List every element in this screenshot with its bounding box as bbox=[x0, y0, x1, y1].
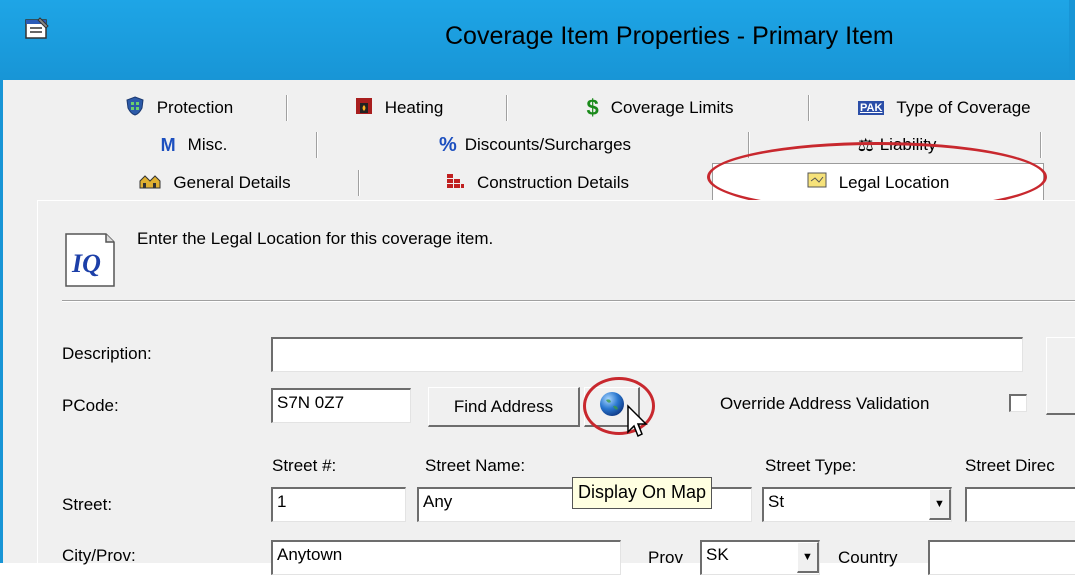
tab-label: Type of Coverage bbox=[896, 98, 1031, 117]
chevron-down-icon[interactable]: ▼ bbox=[797, 542, 819, 573]
prov-select[interactable]: SK ▼ bbox=[700, 540, 820, 575]
override-validation-checkbox[interactable] bbox=[1009, 394, 1027, 412]
tab-label: General Details bbox=[173, 173, 291, 192]
tab-legal-location[interactable]: Legal Location bbox=[712, 163, 1044, 201]
street-name-label: Street Name: bbox=[425, 456, 526, 475]
chevron-down-icon[interactable]: ▼ bbox=[929, 489, 951, 520]
pcode-field[interactable]: S7N 0Z7 bbox=[271, 388, 411, 423]
street-direction-label: Street Direc bbox=[965, 456, 1055, 475]
shield-icon bbox=[125, 95, 145, 121]
city-field[interactable]: Anytown bbox=[271, 540, 621, 575]
map-icon bbox=[807, 172, 827, 193]
tab-label: Protection bbox=[156, 98, 234, 117]
tab-discounts-surcharges[interactable]: % Discounts/Surcharges bbox=[320, 130, 750, 160]
prov-value: SK bbox=[706, 545, 729, 564]
tab-label: Discounts/Surcharges bbox=[464, 135, 632, 154]
street-type-value: St bbox=[768, 492, 785, 511]
street-type-label: Street Type: bbox=[765, 456, 857, 475]
city-prov-label: City/Prov: bbox=[62, 546, 136, 565]
mouse-cursor-icon bbox=[626, 404, 650, 442]
houses-icon bbox=[139, 173, 161, 194]
scales-icon: ⚖ bbox=[857, 134, 874, 155]
street-number-label: Street #: bbox=[272, 456, 337, 475]
tab-general-details[interactable]: General Details bbox=[70, 168, 360, 198]
tab-misc[interactable]: M Misc. bbox=[70, 130, 318, 160]
country-field[interactable] bbox=[928, 540, 1075, 575]
street-number-field[interactable]: 1 bbox=[271, 487, 406, 522]
globe-icon bbox=[598, 390, 626, 423]
window-title: Coverage Item Properties - Primary Item bbox=[445, 22, 894, 50]
pak-icon: PAK bbox=[858, 101, 885, 115]
side-button[interactable] bbox=[1046, 337, 1075, 415]
tab-label: Legal Location bbox=[838, 172, 950, 192]
tab-label: Liability bbox=[879, 135, 937, 154]
tab-construction-details[interactable]: Construction Details bbox=[362, 168, 712, 198]
display-on-map-tooltip: Display On Map bbox=[572, 477, 713, 509]
tab-content-top-edge bbox=[37, 200, 1075, 201]
svg-text:IQ: IQ bbox=[71, 249, 101, 278]
tab-label: Misc. bbox=[187, 135, 228, 154]
tab-heating[interactable]: Heating bbox=[290, 93, 508, 123]
tab-label: Heating bbox=[384, 98, 444, 117]
description-field[interactable] bbox=[271, 337, 1023, 372]
bricks-icon bbox=[445, 172, 465, 195]
m-icon: M bbox=[160, 134, 176, 155]
tab-coverage-limits[interactable]: $ Coverage Limits bbox=[510, 93, 810, 123]
street-type-select[interactable]: St ▼ bbox=[762, 487, 952, 522]
street-label: Street: bbox=[62, 495, 113, 514]
pcode-label: PCode: bbox=[62, 396, 119, 415]
fireplace-icon bbox=[355, 97, 373, 120]
find-address-button[interactable]: Find Address bbox=[428, 387, 580, 427]
prov-label: Prov bbox=[648, 548, 683, 567]
tab-protection[interactable]: Protection bbox=[70, 93, 288, 123]
percent-icon: % bbox=[438, 133, 457, 156]
divider bbox=[62, 300, 1075, 302]
country-label: Country bbox=[838, 548, 898, 567]
tab-liability[interactable]: ⚖ Liability bbox=[752, 130, 1042, 160]
dollar-icon: $ bbox=[586, 95, 599, 120]
tab-type-of-coverage[interactable]: PAK Type of Coverage bbox=[812, 93, 1075, 123]
intro-text: Enter the Legal Location for this covera… bbox=[137, 229, 494, 248]
description-label: Description: bbox=[62, 344, 152, 363]
override-validation-label: Override Address Validation bbox=[720, 394, 930, 413]
tab-label: Coverage Limits bbox=[610, 98, 734, 117]
iq-logo-icon: IQ bbox=[62, 232, 118, 288]
tab-label: Construction Details bbox=[476, 173, 630, 192]
street-direction-field[interactable] bbox=[965, 487, 1075, 522]
